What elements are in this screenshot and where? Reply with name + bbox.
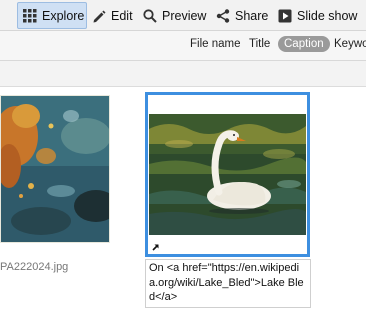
thumbnail-grid: PA222024.jpg On <a href="https://en.wiki… (0, 87, 366, 314)
explore-label: Explore (42, 8, 85, 23)
caption-editor[interactable]: On <a href="https://en.wikipedia.org/wik… (145, 259, 311, 308)
filter-strip (0, 61, 366, 87)
autumn-lake-photo (1, 96, 109, 242)
slideshow-label: Slide show (297, 8, 358, 23)
magnifier-icon (143, 8, 157, 23)
share-icon (216, 8, 230, 23)
sort-file-name[interactable]: File name (190, 38, 241, 50)
slideshow-button[interactable]: Slide show (278, 2, 357, 29)
sort-bar: File name Title Caption Keywo (0, 31, 366, 61)
toolbar: Explore Edit Preview Share Slide show (0, 0, 366, 31)
edit-button[interactable]: Edit (92, 2, 133, 29)
link-arrow-icon (150, 241, 162, 253)
sort-title[interactable]: Title (249, 38, 270, 50)
share-button[interactable]: Share (216, 2, 268, 29)
swan-photo (149, 114, 306, 235)
grid-icon (23, 8, 37, 23)
share-label: Share (235, 8, 269, 23)
play-icon (278, 9, 292, 23)
thumbnail-selected[interactable] (145, 92, 310, 257)
edit-label: Edit (111, 8, 133, 23)
pencil-icon (92, 9, 106, 23)
thumbnail-left[interactable] (0, 95, 110, 243)
preview-button[interactable]: Preview (143, 2, 206, 29)
preview-label: Preview (162, 8, 207, 23)
explore-button[interactable]: Explore (17, 2, 87, 29)
sort-keywords[interactable]: Keywo (334, 38, 366, 50)
thumbnail-left-filename: PA222024.jpg (0, 261, 69, 273)
sort-caption[interactable]: Caption (278, 36, 330, 52)
